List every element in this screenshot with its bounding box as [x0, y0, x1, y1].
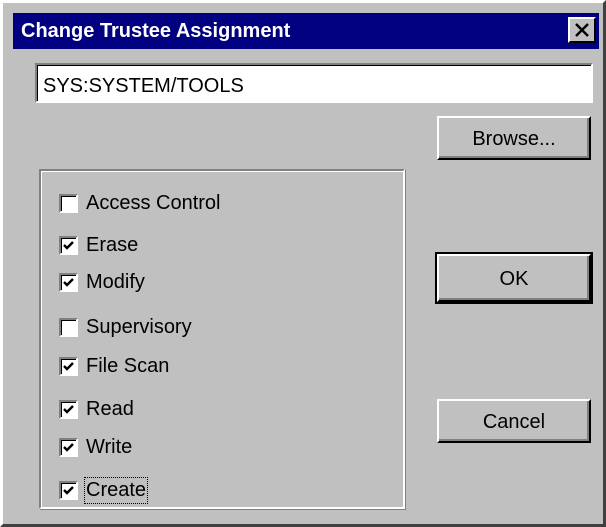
- path-input[interactable]: [35, 63, 593, 103]
- cancel-button[interactable]: Cancel: [437, 399, 591, 443]
- checkbox-box[interactable]: [59, 235, 78, 255]
- checkmark-icon: [63, 442, 74, 452]
- rights-group: Access Control Erase Modify Supervisory …: [39, 169, 405, 509]
- checkbox-supervisory[interactable]: Supervisory: [59, 313, 192, 341]
- checkbox-label: Modify: [86, 270, 145, 293]
- title-bar[interactable]: Change Trustee Assignment: [13, 13, 599, 49]
- checkbox-box[interactable]: [59, 437, 78, 457]
- checkbox-access-control[interactable]: Access Control: [59, 189, 221, 217]
- checkmark-icon: [63, 404, 74, 414]
- checkmark-icon: [63, 361, 74, 371]
- checkbox-read[interactable]: Read: [59, 395, 134, 423]
- checkbox-file-scan[interactable]: File Scan: [59, 352, 169, 380]
- close-button[interactable]: [568, 17, 596, 43]
- checkbox-erase[interactable]: Erase: [59, 231, 138, 259]
- change-trustee-dialog: Change Trustee Assignment Browse... Acce…: [0, 0, 606, 527]
- checkbox-label: Create: [83, 476, 149, 504]
- browse-button-label: Browse...: [472, 128, 556, 150]
- checkbox-box[interactable]: [59, 480, 78, 500]
- checkbox-write[interactable]: Write: [59, 433, 132, 461]
- ok-button[interactable]: OK: [435, 252, 593, 304]
- checkbox-box[interactable]: [59, 272, 78, 292]
- checkmark-icon: [63, 485, 74, 495]
- checkbox-box[interactable]: [59, 317, 78, 337]
- checkbox-modify[interactable]: Modify: [59, 268, 145, 296]
- window-title: Change Trustee Assignment: [21, 20, 291, 42]
- checkbox-box[interactable]: [59, 399, 78, 419]
- checkbox-label: Access Control: [86, 191, 221, 214]
- checkbox-label: Supervisory: [86, 315, 192, 338]
- checkmark-icon: [63, 277, 74, 287]
- checkbox-label: Write: [86, 435, 133, 458]
- ok-button-label: OK: [499, 268, 529, 290]
- checkbox-label: Read: [86, 397, 134, 420]
- checkbox-create[interactable]: Create: [59, 476, 149, 504]
- checkbox-label: Erase: [86, 233, 139, 256]
- checkbox-box[interactable]: [59, 193, 78, 213]
- checkmark-icon: [63, 240, 74, 250]
- cancel-button-label: Cancel: [482, 411, 546, 433]
- browse-button[interactable]: Browse...: [437, 116, 591, 160]
- close-icon: [575, 23, 589, 37]
- checkbox-box[interactable]: [59, 356, 78, 376]
- checkbox-label: File Scan: [86, 354, 170, 377]
